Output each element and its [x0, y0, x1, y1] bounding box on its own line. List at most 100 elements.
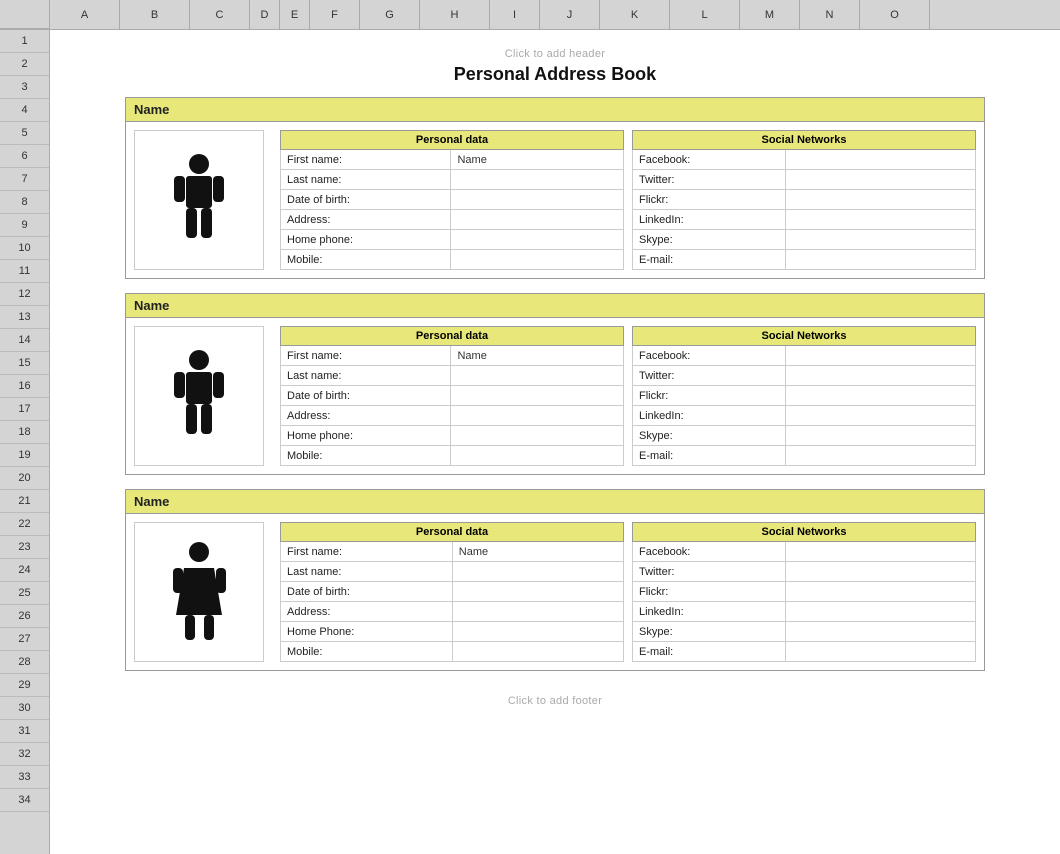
- contact-card-1: Name Personal data: [125, 97, 985, 279]
- twitter-label: Twitter:: [633, 366, 786, 386]
- last-name-value[interactable]: [451, 170, 624, 190]
- social-networks-header: Social Networks: [633, 523, 976, 542]
- row-number-34: 34: [0, 789, 49, 812]
- avatar-cell: [134, 326, 264, 466]
- table-row: Mobile:: [281, 642, 624, 662]
- home-phone-value[interactable]: [451, 426, 624, 446]
- personal-data-header: Personal data: [281, 131, 624, 150]
- col-header-j: J: [540, 0, 600, 29]
- address-value[interactable]: [451, 210, 624, 230]
- row-number-13: 13: [0, 306, 49, 329]
- social-networks-table: Social Networks Facebook: Twitter:: [632, 130, 976, 270]
- first-name-value[interactable]: Name: [451, 150, 624, 170]
- row-number-22: 22: [0, 513, 49, 536]
- table-row: Skype:: [633, 426, 976, 446]
- twitter-value[interactable]: [785, 170, 975, 190]
- email-label: E-mail:: [633, 250, 786, 270]
- flickr-label: Flickr:: [633, 582, 786, 602]
- twitter-value[interactable]: [785, 366, 975, 386]
- card-body: Personal data First name: Name Last name…: [126, 514, 984, 670]
- table-row: Last name:: [281, 170, 624, 190]
- col-header-f: F: [310, 0, 360, 29]
- mobile-value[interactable]: [452, 642, 623, 662]
- linkedin-value[interactable]: [785, 406, 975, 426]
- address-value[interactable]: [451, 406, 624, 426]
- row-number-23: 23: [0, 536, 49, 559]
- row-number-5: 5: [0, 122, 49, 145]
- row-number-4: 4: [0, 99, 49, 122]
- row-number-17: 17: [0, 398, 49, 421]
- skype-value[interactable]: [785, 426, 975, 446]
- corner-cell: [0, 0, 50, 29]
- facebook-label: Facebook:: [633, 346, 786, 366]
- table-row: Date of birth:: [281, 386, 624, 406]
- personal-data-header: Personal data: [281, 523, 624, 542]
- contact-card-3: Name Personal data: [125, 489, 985, 671]
- skype-value[interactable]: [785, 622, 975, 642]
- flickr-value[interactable]: [785, 386, 975, 406]
- col-header-e: E: [280, 0, 310, 29]
- flickr-value[interactable]: [785, 190, 975, 210]
- skype-label: Skype:: [633, 622, 786, 642]
- mobile-label: Mobile:: [281, 642, 453, 662]
- last-name-label: Last name:: [281, 366, 451, 386]
- table-row: E-mail:: [633, 446, 976, 466]
- skype-label: Skype:: [633, 426, 786, 446]
- linkedin-value[interactable]: [785, 602, 975, 622]
- table-row: Twitter:: [633, 562, 976, 582]
- row-number-33: 33: [0, 766, 49, 789]
- dob-value[interactable]: [451, 386, 624, 406]
- skype-value[interactable]: [785, 230, 975, 250]
- col-header-g: G: [360, 0, 420, 29]
- twitter-value[interactable]: [785, 562, 975, 582]
- dob-value[interactable]: [452, 582, 623, 602]
- email-value[interactable]: [785, 250, 975, 270]
- footer-area[interactable]: Click to add footer: [125, 685, 985, 713]
- first-name-value[interactable]: Name: [451, 346, 624, 366]
- linkedin-value[interactable]: [785, 210, 975, 230]
- col-header-i: I: [490, 0, 540, 29]
- row-number-12: 12: [0, 283, 49, 306]
- linkedin-label: LinkedIn:: [633, 210, 786, 230]
- last-name-value[interactable]: [452, 562, 623, 582]
- header-placeholder[interactable]: Click to add header: [505, 48, 605, 60]
- row-number-8: 8: [0, 191, 49, 214]
- table-row: First name: Name: [281, 150, 624, 170]
- data-section: Personal data First name: Name Last name…: [280, 130, 976, 270]
- table-row: Flickr:: [633, 582, 976, 602]
- social-networks-table: Social Networks Facebook: Twitter:: [632, 326, 976, 466]
- address-value[interactable]: [452, 602, 623, 622]
- flickr-value[interactable]: [785, 582, 975, 602]
- facebook-value[interactable]: [785, 150, 975, 170]
- first-name-value[interactable]: Name: [452, 542, 623, 562]
- footer-placeholder[interactable]: Click to add footer: [508, 695, 602, 707]
- header-area[interactable]: Click to add header: [125, 40, 985, 64]
- table-row: LinkedIn:: [633, 602, 976, 622]
- flickr-label: Flickr:: [633, 386, 786, 406]
- facebook-value[interactable]: [785, 542, 975, 562]
- email-label: E-mail:: [633, 642, 786, 662]
- last-name-label: Last name:: [281, 170, 451, 190]
- email-value[interactable]: [785, 446, 975, 466]
- row-number-31: 31: [0, 720, 49, 743]
- table-row: E-mail:: [633, 250, 976, 270]
- row-number-29: 29: [0, 674, 49, 697]
- email-value[interactable]: [785, 642, 975, 662]
- mobile-label: Mobile:: [281, 446, 451, 466]
- mobile-value[interactable]: [451, 446, 624, 466]
- home-phone-label: Home phone:: [281, 426, 451, 446]
- linkedin-label: LinkedIn:: [633, 602, 786, 622]
- row-number-21: 21: [0, 490, 49, 513]
- home-phone-value[interactable]: [451, 230, 624, 250]
- table-row: First name: Name: [281, 346, 624, 366]
- last-name-value[interactable]: [451, 366, 624, 386]
- app-container: ABCDEFGHIJKLMNO 123456789101112131415161…: [0, 0, 1060, 854]
- col-header-k: K: [600, 0, 670, 29]
- home-phone-value[interactable]: [452, 622, 623, 642]
- dob-value[interactable]: [451, 190, 624, 210]
- facebook-value[interactable]: [785, 346, 975, 366]
- row-number-7: 7: [0, 168, 49, 191]
- social-networks-header: Social Networks: [633, 327, 976, 346]
- table-row: Address:: [281, 602, 624, 622]
- mobile-value[interactable]: [451, 250, 624, 270]
